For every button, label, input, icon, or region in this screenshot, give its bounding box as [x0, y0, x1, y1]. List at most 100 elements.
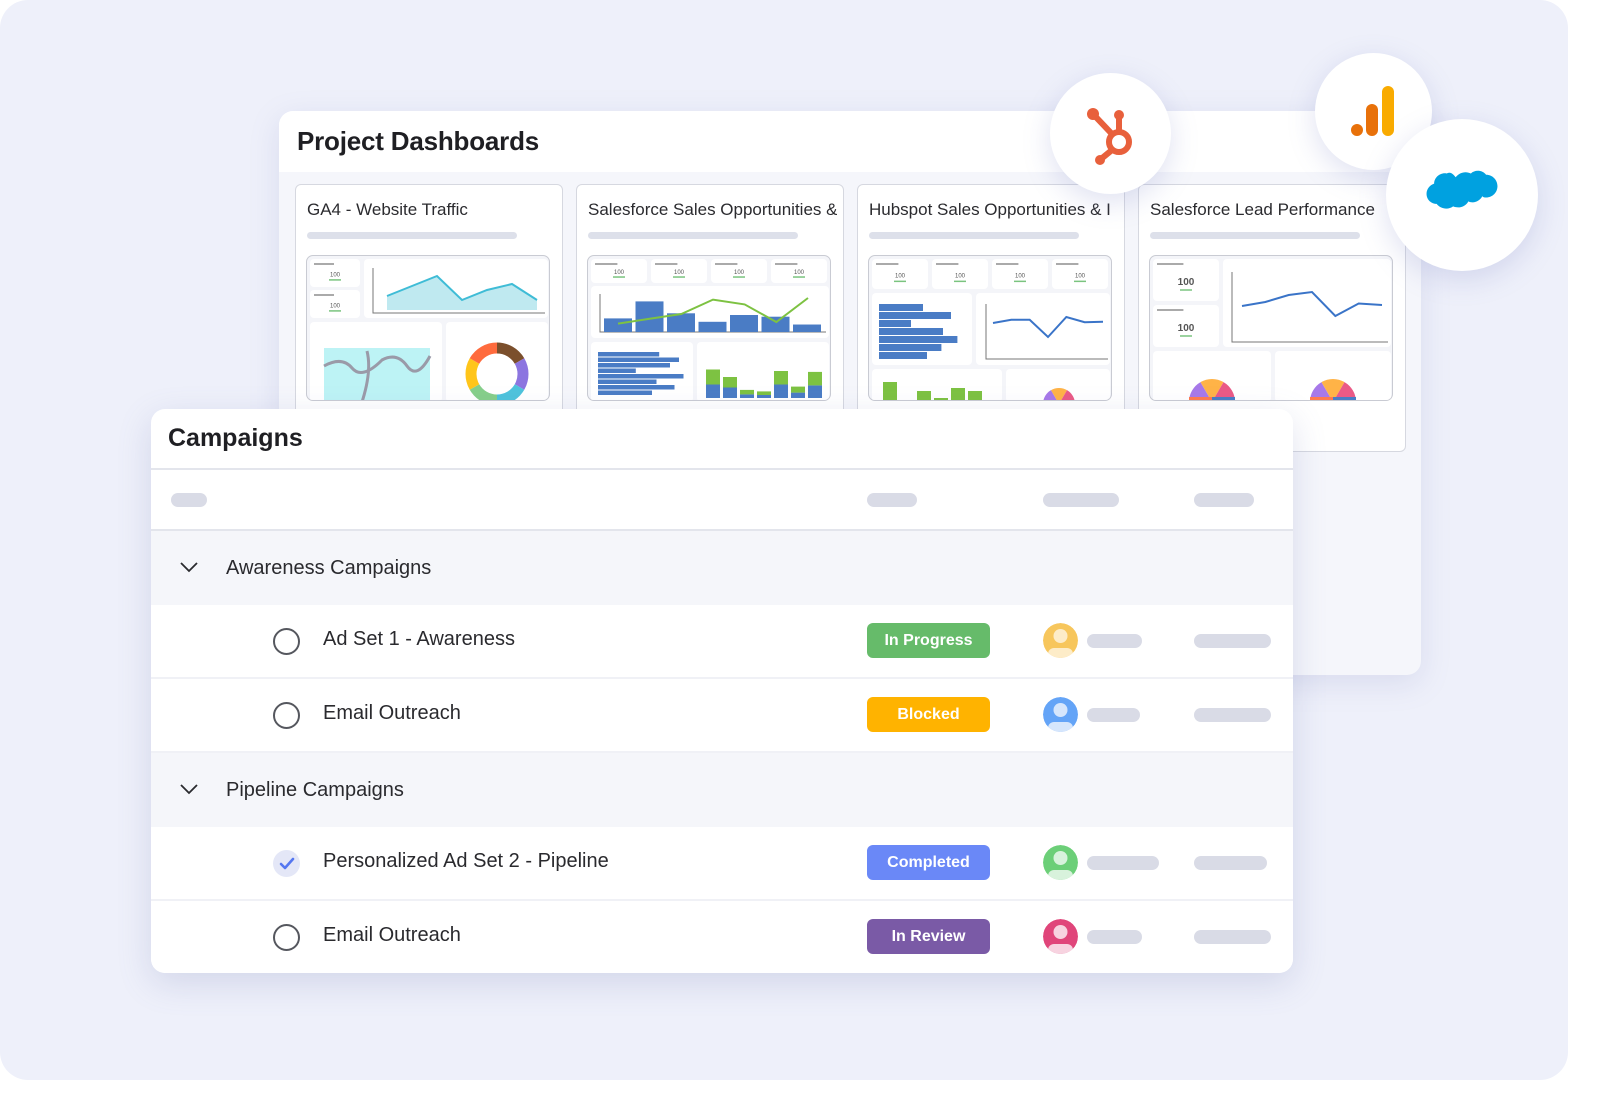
hbar [879, 312, 951, 319]
column-header-row [151, 470, 1293, 531]
thumb-widget [976, 293, 1110, 365]
campaign-name: Email Outreach [323, 924, 461, 946]
placeholder-bar [307, 232, 517, 239]
thumb-widget [446, 322, 548, 400]
dashboard-card-title: Salesforce Sales Opportunities & [588, 200, 837, 219]
group-label: Pipeline Campaigns [226, 778, 404, 801]
campaign-row[interactable]: Personalized Ad Set 2 - Pipeline Complet… [151, 827, 1293, 901]
column-header-name[interactable] [171, 493, 207, 507]
user-icon [1043, 919, 1078, 954]
dashboards-title: Project Dashboards [297, 126, 540, 156]
dashboard-thumbnail: 100 100 [306, 255, 550, 401]
bar [883, 382, 897, 400]
hbar [598, 390, 652, 395]
stacked-bar-upper [706, 369, 720, 385]
kpi-value: 100 [1075, 274, 1086, 280]
campaign-name: Ad Set 1 - Awareness [323, 628, 515, 650]
campaigns-header: Campaigns [151, 409, 1293, 470]
background-canvas: Project Dashboards GA4 - Website Traffic… [0, 0, 1568, 1080]
kpi-value: 100 [330, 272, 341, 278]
kpi-trend [793, 276, 805, 278]
bar [761, 316, 790, 332]
thumbnail-graphic: 100 100 100 100 [872, 259, 1110, 400]
complete-checkbox[interactable] [273, 924, 300, 951]
kpi-value: 100 [955, 274, 966, 280]
kpi-trend [613, 276, 625, 278]
avatar[interactable] [1043, 623, 1078, 658]
kpi-label [715, 263, 738, 265]
hbar [598, 374, 684, 379]
stacked-bar-upper [808, 371, 822, 386]
hubspot-logo-bubble [1050, 73, 1171, 194]
avatar[interactable] [1043, 845, 1078, 880]
hbar [879, 352, 927, 359]
status-badge[interactable]: Completed [867, 845, 990, 880]
kpi-value: 100 [1015, 274, 1026, 280]
bar [698, 321, 727, 332]
date-placeholder [1194, 856, 1267, 870]
campaign-name: Personalized Ad Set 2 - Pipeline [323, 850, 609, 872]
stacked-bar-lower [791, 392, 805, 398]
campaigns-panel: Campaigns Awareness Campaigns Ad Set 1 -… [151, 409, 1293, 973]
kpi-trend [1074, 280, 1086, 283]
kpi-label [314, 294, 334, 296]
hbar [879, 328, 943, 335]
campaign-row[interactable]: Email Outreach In Review [151, 901, 1293, 973]
group-label: Awareness Campaigns [226, 556, 432, 579]
complete-checkbox[interactable] [273, 702, 300, 729]
status-badge[interactable]: In Review [867, 919, 990, 954]
dashboard-thumbnail: 100 100 [1149, 255, 1393, 401]
kpi-label [595, 263, 618, 265]
hbar [598, 363, 670, 368]
hbar [879, 320, 911, 327]
kpi-value: 100 [794, 270, 805, 276]
group-row-awareness[interactable]: Awareness Campaigns [151, 531, 1293, 605]
column-header-status[interactable] [867, 493, 917, 507]
date-placeholder [1194, 634, 1271, 648]
dashboard-card-title: Salesforce Lead Performance [1150, 200, 1375, 219]
kpi-value: 100 [1178, 277, 1195, 288]
complete-checkbox[interactable] [273, 628, 300, 655]
kpi-trend [673, 276, 685, 278]
bar [917, 391, 931, 400]
kpi-value: 100 [674, 270, 685, 276]
bar [934, 398, 948, 400]
hbar [598, 385, 675, 390]
bar [951, 388, 965, 400]
kpi-value: 100 [734, 270, 745, 276]
placeholder-bar [869, 232, 1079, 239]
kpi-trend [733, 276, 745, 278]
group-row-pipeline[interactable]: Pipeline Campaigns [151, 753, 1293, 827]
user-icon [1043, 697, 1078, 732]
avatar[interactable] [1043, 919, 1078, 954]
column-header-date[interactable] [1194, 493, 1254, 507]
status-badge[interactable]: Blocked [867, 697, 990, 732]
stacked-bar-upper [774, 371, 788, 385]
kpi-trend [329, 310, 341, 312]
chevron-down-icon[interactable] [179, 781, 199, 797]
owner-name-placeholder [1087, 708, 1140, 722]
salesforce-logo-bubble [1386, 119, 1538, 271]
stacked-bar-upper [791, 386, 805, 393]
kpi-label [655, 263, 678, 265]
google-analytics-icon [1350, 85, 1394, 136]
complete-checkbox-checked[interactable] [273, 850, 300, 877]
avatar[interactable] [1043, 697, 1078, 732]
status-badge[interactable]: In Progress [867, 623, 990, 658]
campaign-row[interactable]: Ad Set 1 - Awareness In Progress [151, 605, 1293, 679]
dashboard-thumbnail: 100 100 100 100 [587, 255, 831, 401]
hbar [879, 344, 942, 351]
stacked-bar-upper [757, 391, 771, 395]
hbar [879, 304, 923, 311]
hbar [598, 352, 660, 357]
pie-slice [1189, 397, 1212, 400]
dashboards-header: Project Dashboards [279, 111, 1421, 172]
column-header-owner[interactable] [1043, 493, 1119, 507]
user-icon [1043, 623, 1078, 658]
hubspot-icon [1086, 107, 1132, 165]
kpi-value: 100 [614, 270, 625, 276]
campaign-row[interactable]: Email Outreach Blocked [151, 679, 1293, 753]
chevron-down-icon[interactable] [179, 559, 199, 575]
kpi-trend [894, 280, 906, 283]
kpi-label [314, 263, 334, 265]
